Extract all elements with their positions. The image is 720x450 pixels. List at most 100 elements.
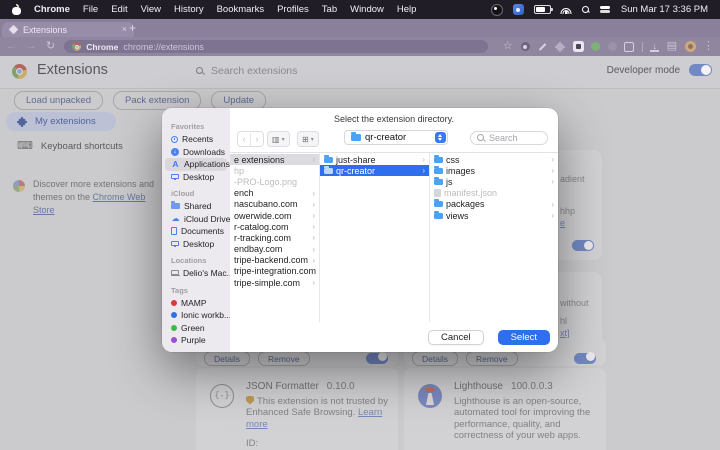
extension-icon-puzzle[interactable]	[555, 41, 566, 52]
extension-icon-pencil[interactable]	[538, 42, 548, 52]
folder-row-packages[interactable]: packages ›	[430, 199, 558, 210]
extensions-search[interactable]: Search extensions	[196, 65, 297, 77]
menu-profiles[interactable]: Profiles	[277, 4, 309, 15]
battery-icon[interactable]	[533, 5, 553, 14]
file-row[interactable]: endbay.com ›	[230, 244, 319, 255]
tab-close-icon[interactable]: ×	[122, 25, 127, 34]
sidebar-item-delios-mac[interactable]: Delio's Mac...	[162, 267, 230, 280]
sidebar-tag-mamp[interactable]: MAMP	[162, 297, 230, 310]
file-row[interactable]: tripe-integration.com›	[230, 266, 319, 277]
chevron-right-icon: ›	[551, 155, 554, 165]
file-row[interactable]: -PRO-Logo.png	[230, 176, 319, 187]
extension-icon-green[interactable]	[591, 42, 601, 51]
status-record-icon[interactable]	[490, 3, 503, 16]
sidebar-item-desktop[interactable]: Desktop	[162, 171, 230, 184]
folder-row-images[interactable]: images ›	[430, 165, 558, 176]
address-bar[interactable]: Chrome chrome://extensions	[64, 40, 489, 53]
sidebar-item-shared[interactable]: Shared	[162, 200, 230, 213]
extension-toggle[interactable]	[574, 353, 596, 364]
sidebar-item-my-extensions[interactable]: My extensions	[6, 112, 116, 131]
profile-avatar[interactable]	[684, 41, 696, 52]
folder-row-qr-creator-selected[interactable]: qr-creator ›	[320, 165, 429, 177]
back-chevron-icon[interactable]: ‹	[238, 133, 250, 146]
reload-icon[interactable]: ↻	[46, 41, 55, 52]
load-unpacked-button[interactable]: Load unpacked	[14, 91, 103, 110]
card-title-row: Lighthouse 100.0.0.3	[454, 381, 604, 393]
browser-menu-icon[interactable]: ⋮	[703, 41, 714, 52]
side-panel-icon[interactable]: ▤	[667, 41, 677, 52]
menu-help[interactable]: Help	[397, 4, 417, 15]
extension-icon-gray[interactable]	[607, 42, 617, 51]
control-center-icon[interactable]	[599, 6, 611, 14]
extension-icon-active[interactable]	[572, 41, 584, 52]
tab-extensions[interactable]: Extensions ×	[2, 22, 134, 37]
extension-toggle[interactable]	[366, 353, 388, 364]
file-row[interactable]: r-catalog.com ›	[230, 221, 319, 232]
sidebar-tag-ionic[interactable]: Ionic workb...	[162, 309, 230, 322]
menubar-clock[interactable]: Sun Mar 17 3:36 PM	[621, 4, 708, 15]
file-row[interactable]: tripe-backend.com ›	[230, 255, 319, 266]
file-row[interactable]: nascubano.com ›	[230, 199, 319, 210]
current-folder-dropdown[interactable]: qr-creator	[344, 130, 448, 145]
forward-icon[interactable]: →	[26, 41, 37, 52]
details-button[interactable]: Details	[412, 351, 458, 366]
sidebar-item-downloads[interactable]: ↓ Downloads	[162, 146, 230, 159]
sidebar-item-icloud-drive[interactable]: ☁ iCloud Drive	[162, 213, 231, 226]
spotlight-search-icon[interactable]	[581, 5, 590, 14]
sidebar-tag-purple[interactable]: Purple	[162, 334, 230, 347]
details-button[interactable]: Details	[204, 351, 250, 366]
chevron-right-icon: ›	[312, 188, 315, 198]
folder-label: views	[446, 210, 469, 221]
status-app-icon[interactable]	[512, 4, 524, 15]
sidebar-item-recents[interactable]: Recents	[162, 133, 230, 146]
remove-button[interactable]: Remove	[465, 351, 518, 366]
folder-stepper[interactable]	[434, 132, 446, 143]
new-tab-button[interactable]: +	[129, 21, 136, 35]
menu-tab[interactable]: Tab	[322, 4, 337, 15]
card-link-fragment[interactable]: xt]	[560, 328, 570, 338]
folder-row-views[interactable]: views ›	[430, 210, 558, 221]
sidebar-item-applications[interactable]: A Applications	[165, 158, 230, 171]
chevron-right-icon: ›	[422, 166, 425, 176]
bookmark-star-icon[interactable]: ☆	[503, 41, 513, 52]
extension-toggle[interactable]	[572, 240, 594, 251]
sidebar-item-desktop-icloud[interactable]: Desktop	[162, 238, 230, 251]
apple-menu-icon[interactable]	[12, 4, 21, 15]
file-row[interactable]: tripe-simple.com ›	[230, 277, 319, 288]
card-link-fragment[interactable]: e	[560, 218, 565, 228]
menubar-app-name[interactable]: Chrome	[34, 4, 70, 15]
back-icon[interactable]: ←	[6, 41, 17, 52]
menu-file[interactable]: File	[83, 4, 98, 15]
file-row-manifest[interactable]: manifest.json	[430, 188, 558, 199]
forward-chevron-icon[interactable]: ›	[251, 133, 263, 146]
menu-history[interactable]: History	[174, 4, 204, 15]
menu-view[interactable]: View	[141, 4, 161, 15]
sidebar-item-documents[interactable]: Documents	[162, 225, 230, 238]
developer-mode-toggle[interactable]	[689, 64, 712, 76]
extension-icon-1[interactable]	[520, 42, 530, 52]
downloads-icon[interactable]: ↓	[650, 41, 660, 52]
sidebar-item-keyboard-shortcuts[interactable]: ⌨ Keyboard shortcuts	[6, 137, 123, 156]
wifi-icon[interactable]	[560, 6, 572, 14]
folder-row-just-share[interactable]: just-share ›	[320, 154, 429, 165]
file-row[interactable]: owerwide.com ›	[230, 210, 319, 221]
dialog-search-field[interactable]: Search	[470, 131, 548, 145]
menu-bookmarks[interactable]: Bookmarks	[217, 4, 265, 15]
cancel-button[interactable]: Cancel	[428, 330, 484, 345]
select-button[interactable]: Select	[497, 330, 550, 345]
group-view-button[interactable]: ⊞ ▾	[297, 131, 319, 147]
extension-icon-square[interactable]	[624, 41, 635, 52]
file-row[interactable]: hp	[230, 165, 319, 176]
folder-row-css[interactable]: css ›	[430, 154, 558, 165]
puzzle-icon	[9, 25, 18, 34]
chevron-right-icon: ›	[551, 177, 554, 187]
sidebar-tag-green[interactable]: Green	[162, 322, 230, 335]
menu-edit[interactable]: Edit	[111, 4, 127, 15]
file-row[interactable]: r-tracking.com ›	[230, 232, 319, 243]
file-row[interactable]: ench ›	[230, 188, 319, 199]
file-row[interactable]: e extensions ›	[230, 154, 319, 166]
menu-window[interactable]: Window	[350, 4, 384, 15]
column-view-button[interactable]: ▥ ▾	[267, 131, 290, 147]
folder-row-js[interactable]: js ›	[430, 176, 558, 187]
remove-button[interactable]: Remove	[257, 351, 310, 366]
